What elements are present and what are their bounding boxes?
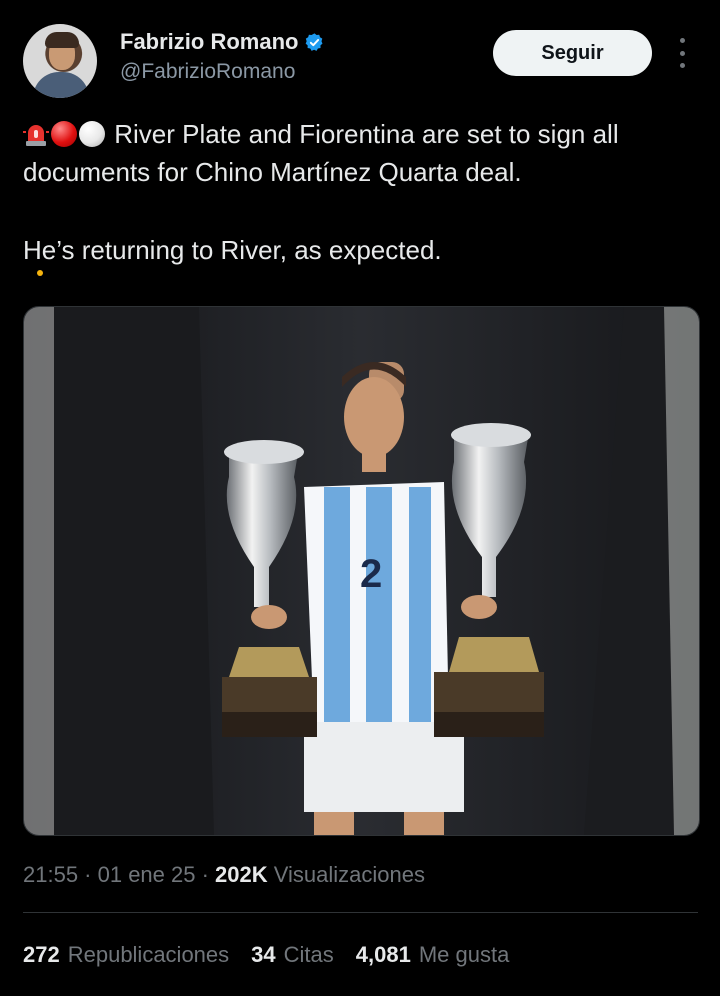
views-count: 202K xyxy=(215,862,268,887)
siren-icon xyxy=(23,125,49,146)
quotes-stat[interactable]: 34 Citas xyxy=(251,942,334,968)
argentina-flag-icon xyxy=(448,238,482,262)
reposts-count: 272 xyxy=(23,942,60,967)
views-label: Visualizaciones xyxy=(273,862,425,887)
more-options-icon[interactable] xyxy=(674,38,690,68)
white-circle-icon xyxy=(79,121,105,147)
jersey-number: 2 xyxy=(360,552,382,596)
reposts-label: Republicaciones xyxy=(67,942,230,967)
tweet-line-1: River Plate and Fiorentina are set to si… xyxy=(23,119,619,187)
likes-count: 4,081 xyxy=(355,942,411,967)
engagement-stats: 272 Republicaciones 34 Citas 4,081 Me gusta xyxy=(23,942,509,968)
quotes-count: 34 xyxy=(251,942,276,967)
likes-label: Me gusta xyxy=(418,942,510,967)
author-name-row[interactable]: Fabrizio Romano xyxy=(120,29,325,55)
tweet-photo[interactable]: 2 xyxy=(23,306,700,836)
tweet-text: River Plate and Fiorentina are set to si… xyxy=(23,115,703,276)
avatar-hair xyxy=(45,32,79,48)
red-circle-icon xyxy=(51,121,77,147)
tweet-line-2: He’s returning to River, as expected. xyxy=(23,235,442,265)
tweet-time: 21:55 · 01 ene 25 · xyxy=(23,862,216,887)
author-name[interactable]: Fabrizio Romano xyxy=(120,29,298,55)
author-handle[interactable]: @FabrizioRomano xyxy=(120,60,295,84)
tweet-header: Fabrizio Romano @FabrizioRomano Seguir xyxy=(0,0,720,110)
tweet-paragraph-2: He’s returning to River, as expected. xyxy=(23,231,703,269)
tweet-paragraph-1: River Plate and Fiorentina are set to si… xyxy=(23,115,703,191)
photo-illustration: 2 xyxy=(24,307,699,835)
verified-badge-icon xyxy=(306,32,323,51)
tweet-timestamp[interactable]: 21:55 · 01 ene 25 · 202K Visualizaciones xyxy=(23,862,425,888)
avatar-shirt xyxy=(33,72,89,98)
quotes-label: Citas xyxy=(283,942,334,967)
avatar[interactable] xyxy=(23,24,97,98)
follow-button[interactable]: Seguir xyxy=(493,30,652,76)
likes-stat[interactable]: 4,081 Me gusta xyxy=(356,942,510,968)
divider xyxy=(23,912,698,913)
reposts-stat[interactable]: 272 Republicaciones xyxy=(23,942,229,968)
